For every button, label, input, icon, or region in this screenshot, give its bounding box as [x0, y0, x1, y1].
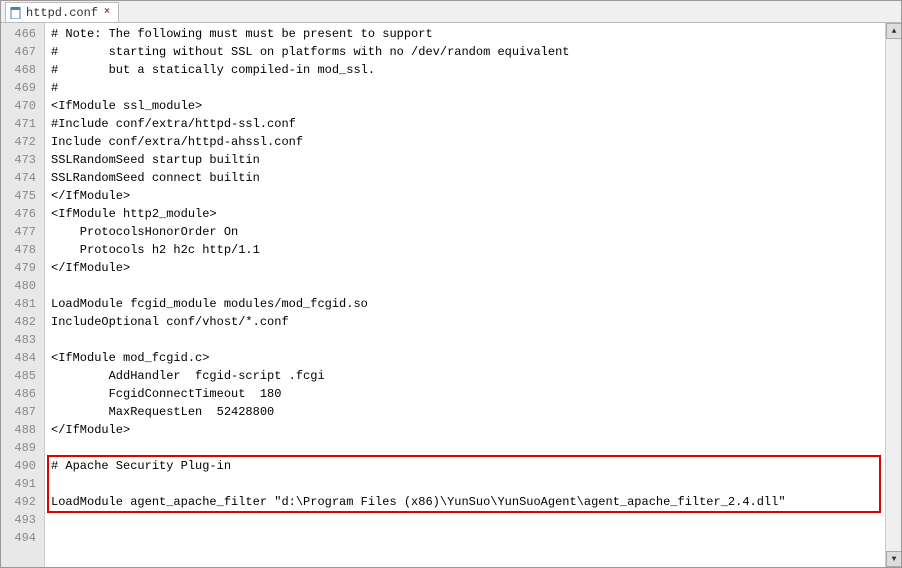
line-number: 472 [1, 133, 44, 151]
scroll-up-button[interactable]: ▲ [886, 23, 901, 39]
tab-filename: httpd.conf [26, 6, 98, 20]
code-line [45, 511, 885, 529]
line-number: 484 [1, 349, 44, 367]
vertical-scrollbar[interactable]: ▲ ▼ [885, 23, 901, 567]
line-number: 468 [1, 61, 44, 79]
code-line: </IfModule> [45, 421, 885, 439]
code-line: Protocols h2 h2c http/1.1 [45, 241, 885, 259]
scroll-down-button[interactable]: ▼ [886, 551, 901, 567]
code-line: LoadModule agent_apache_filter "d:\Progr… [45, 493, 885, 511]
file-tab[interactable]: httpd.conf × [5, 2, 119, 22]
line-number: 486 [1, 385, 44, 403]
code-line: Include conf/extra/httpd-ahssl.conf [45, 133, 885, 151]
line-number: 483 [1, 331, 44, 349]
code-line: #Include conf/extra/httpd-ssl.conf [45, 115, 885, 133]
code-line: </IfModule> [45, 259, 885, 277]
code-line: AddHandler fcgid-script .fcgi [45, 367, 885, 385]
line-number: 466 [1, 25, 44, 43]
code-line: SSLRandomSeed connect builtin [45, 169, 885, 187]
line-number: 489 [1, 439, 44, 457]
code-line [45, 331, 885, 349]
line-number: 467 [1, 43, 44, 61]
close-icon[interactable]: × [102, 8, 112, 18]
code-line: LoadModule fcgid_module modules/mod_fcgi… [45, 295, 885, 313]
line-number: 480 [1, 277, 44, 295]
code-line: <IfModule http2_module> [45, 205, 885, 223]
line-number: 479 [1, 259, 44, 277]
line-number: 481 [1, 295, 44, 313]
line-number: 494 [1, 529, 44, 547]
code-line: FcgidConnectTimeout 180 [45, 385, 885, 403]
code-line: IncludeOptional conf/vhost/*.conf [45, 313, 885, 331]
line-number: 493 [1, 511, 44, 529]
line-number: 487 [1, 403, 44, 421]
tab-bar: httpd.conf × [1, 1, 901, 23]
file-icon [10, 7, 22, 19]
line-number: 469 [1, 79, 44, 97]
code-line: # Apache Security Plug-in [45, 457, 885, 475]
code-line: # but a statically compiled-in mod_ssl. [45, 61, 885, 79]
code-line [45, 475, 885, 493]
editor-area: 4664674684694704714724734744754764774784… [1, 23, 901, 567]
line-number: 470 [1, 97, 44, 115]
code-line: # starting without SSL on platforms with… [45, 43, 885, 61]
line-number-gutter: 4664674684694704714724734744754764774784… [1, 23, 45, 567]
code-line: </IfModule> [45, 187, 885, 205]
line-number: 482 [1, 313, 44, 331]
editor-window: httpd.conf × 466467468469470471472473474… [0, 0, 902, 568]
code-line: MaxRequestLen 52428800 [45, 403, 885, 421]
code-line [45, 277, 885, 295]
code-line: <IfModule ssl_module> [45, 97, 885, 115]
line-number: 492 [1, 493, 44, 511]
line-number: 473 [1, 151, 44, 169]
line-number: 477 [1, 223, 44, 241]
code-line: <IfModule mod_fcgid.c> [45, 349, 885, 367]
line-number: 491 [1, 475, 44, 493]
code-line: SSLRandomSeed startup builtin [45, 151, 885, 169]
code-content[interactable]: # Note: The following must must be prese… [45, 23, 885, 567]
line-number: 471 [1, 115, 44, 133]
line-number: 490 [1, 457, 44, 475]
line-number: 488 [1, 421, 44, 439]
code-line: ProtocolsHonorOrder On [45, 223, 885, 241]
code-line [45, 439, 885, 457]
line-number: 485 [1, 367, 44, 385]
code-line [45, 529, 885, 547]
line-number: 478 [1, 241, 44, 259]
line-number: 475 [1, 187, 44, 205]
line-number: 476 [1, 205, 44, 223]
code-line: # [45, 79, 885, 97]
line-number: 474 [1, 169, 44, 187]
code-line: # Note: The following must must be prese… [45, 25, 885, 43]
